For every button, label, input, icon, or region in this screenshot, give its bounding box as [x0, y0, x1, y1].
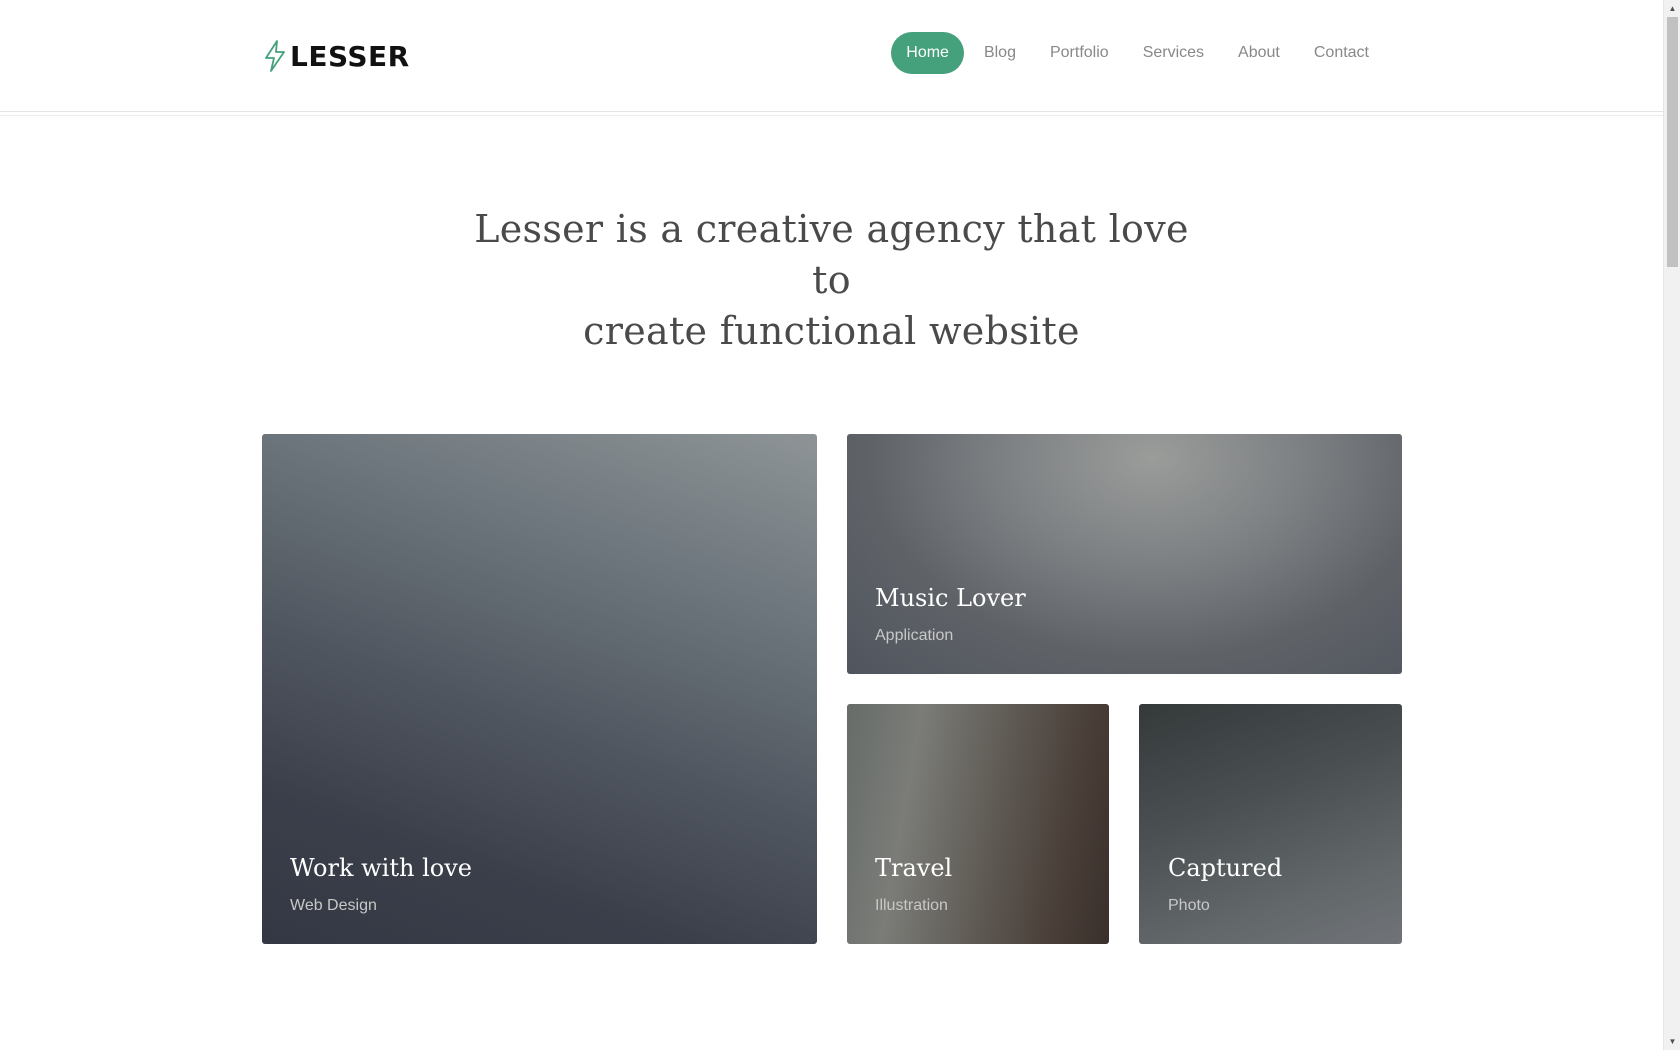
hero-title: Lesser is a creative agency that love to…: [452, 204, 1212, 357]
portfolio-card-captured[interactable]: Captured Photo: [1139, 704, 1402, 944]
triangle-down-icon[interactable]: ▼: [1664, 1033, 1680, 1050]
card-title: Captured: [1168, 854, 1283, 882]
hero-section: Lesser is a creative agency that love to…: [0, 204, 1663, 357]
lightning-bolt-icon: [265, 40, 285, 72]
main-nav: Home Blog Portfolio Services About Conta…: [891, 32, 1386, 74]
hero-title-line-1: Lesser is a creative agency that love to: [474, 207, 1189, 302]
nav-item-portfolio[interactable]: Portfolio: [1033, 32, 1126, 74]
portfolio-card-work-with-love[interactable]: Work with love Web Design: [262, 434, 817, 944]
card-title: Travel: [875, 854, 953, 882]
page: LESSER Home Blog Portfolio Services Abou…: [0, 0, 1663, 1050]
brand-logo[interactable]: LESSER: [263, 38, 410, 74]
vertical-scrollbar[interactable]: ▲ ▼: [1663, 0, 1680, 1050]
card-category: Illustration: [875, 897, 948, 914]
card-category: Photo: [1168, 897, 1210, 914]
nav-item-services[interactable]: Services: [1126, 32, 1221, 74]
nav-item-contact[interactable]: Contact: [1297, 32, 1386, 74]
card-title: Work with love: [290, 854, 472, 882]
site-header: LESSER Home Blog Portfolio Services Abou…: [0, 0, 1663, 116]
scrollbar-thumb[interactable]: [1667, 17, 1678, 267]
brand-name: LESSER: [290, 39, 410, 73]
nav-item-blog[interactable]: Blog: [967, 32, 1033, 74]
triangle-up-icon[interactable]: ▲: [1664, 0, 1680, 17]
portfolio-card-music-lover[interactable]: Music Lover Application: [847, 434, 1402, 674]
card-category: Web Design: [290, 897, 377, 914]
card-title: Music Lover: [875, 584, 1026, 612]
card-category: Application: [875, 627, 954, 644]
hero-title-line-2: create functional website: [583, 309, 1080, 353]
nav-item-about[interactable]: About: [1221, 32, 1297, 74]
nav-item-home[interactable]: Home: [891, 32, 964, 74]
portfolio-card-travel[interactable]: Travel Illustration: [847, 704, 1109, 944]
